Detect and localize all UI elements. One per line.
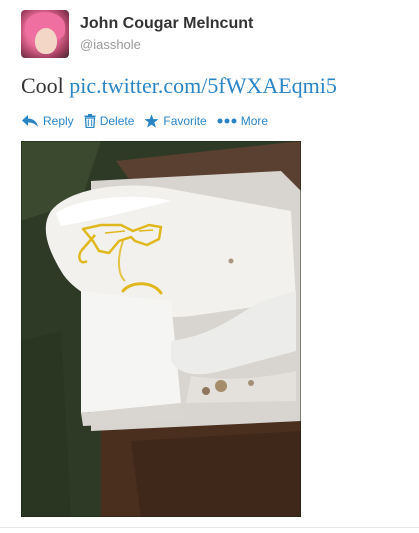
reply-label: Reply bbox=[43, 114, 74, 128]
reply-icon bbox=[22, 115, 38, 127]
star-icon bbox=[144, 114, 159, 128]
tweet-photo[interactable] bbox=[21, 141, 301, 517]
avatar-face bbox=[35, 28, 57, 54]
tweet-actions: Reply Delete Favorite More bbox=[21, 112, 278, 130]
user-handle[interactable]: @iasshole bbox=[80, 37, 141, 52]
tweet-text-prefix: Cool bbox=[21, 73, 70, 98]
tweet-text: Cool pic.twitter.com/5fWXAEqmi5 bbox=[21, 73, 337, 99]
more-dots-icon bbox=[217, 118, 237, 124]
delete-button[interactable]: Delete bbox=[84, 114, 135, 128]
trash-icon bbox=[84, 114, 96, 128]
avatar[interactable] bbox=[21, 10, 69, 58]
more-label: More bbox=[240, 114, 269, 128]
tweet-photo-link[interactable]: pic.twitter.com/5fWXAEqmi5 bbox=[69, 73, 337, 98]
toilet-photo-illustration bbox=[21, 141, 301, 517]
favorite-button[interactable]: Favorite bbox=[144, 114, 207, 128]
bottom-divider bbox=[0, 527, 419, 528]
display-name[interactable]: John Cougar Melncunt bbox=[80, 15, 253, 33]
favorite-label: Favorite bbox=[163, 114, 207, 128]
reply-button[interactable]: Reply bbox=[21, 114, 74, 128]
delete-label: Delete bbox=[99, 114, 135, 128]
more-button[interactable]: More bbox=[217, 114, 268, 128]
